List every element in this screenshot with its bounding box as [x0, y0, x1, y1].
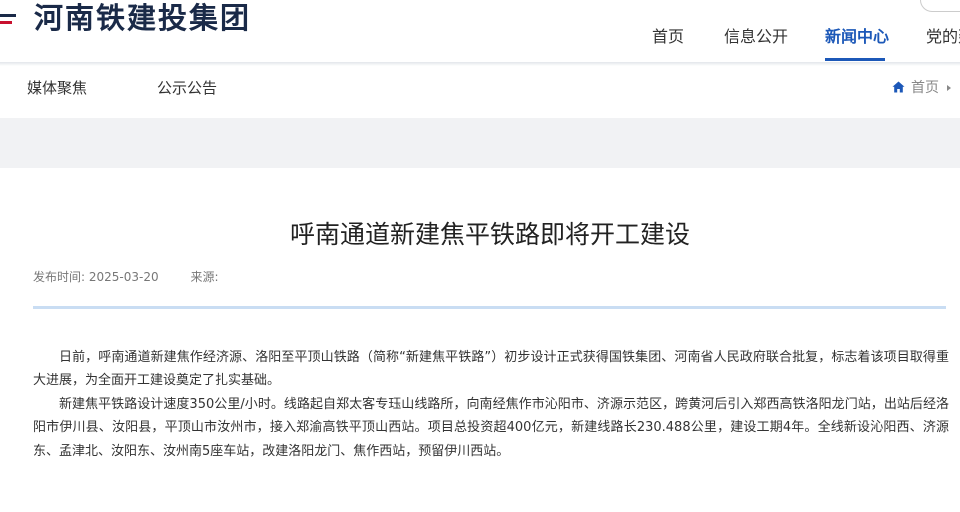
active-tab-indicator: [825, 58, 885, 61]
top-link-1[interactable]: [680, 0, 689, 3]
site-header: 河南铁建投集团 首页 信息公开 新闻中心 党的建设: [0, 0, 960, 62]
brand-logo-text[interactable]: 河南铁建投集团: [34, 0, 251, 38]
publish-label: 发布时间:: [33, 270, 86, 284]
article-paragraph: 新建焦平铁路设计速度350公里/小时。线路起自郑太客专珏山线路所，向南经焦作市沁…: [33, 396, 949, 459]
article-paragraph: 日前，呼南通道新建焦作经济源、洛阳至平顶山铁路（简称“新建焦平铁路”）初步设计正…: [33, 350, 949, 389]
article-body: 日前，呼南通道新建焦作经济源、洛阳至平顶山铁路（简称“新建焦平铁路”）初步设计正…: [33, 346, 949, 463]
article-title: 呼南通道新建焦平铁路即将开工建设: [289, 220, 690, 249]
nav-item-news-center[interactable]: 新闻中心: [825, 26, 889, 48]
search-box[interactable]: [920, 0, 960, 12]
nav-item-party-building[interactable]: 党的建设: [926, 26, 960, 48]
nav-item-info-disclosure[interactable]: 信息公开: [724, 26, 788, 48]
sub-nav: 媒体聚焦 公示公告 首页: [0, 66, 960, 118]
chevron-right-icon: [947, 85, 951, 91]
page-banner: [0, 118, 960, 168]
title-divider: [33, 306, 946, 309]
top-utility-links: [680, 0, 780, 4]
nav-item-home[interactable]: 首页: [652, 26, 684, 48]
source-label: 来源:: [190, 270, 219, 284]
publish-date: 2025-03-20: [88, 270, 159, 284]
subnav-item-announcements[interactable]: 公示公告: [157, 78, 217, 98]
logo-icon: [0, 14, 16, 24]
article-meta: 发布时间: 2025-03-20 来源:: [33, 269, 219, 285]
top-link-2[interactable]: [715, 0, 724, 3]
top-link-3[interactable]: [749, 0, 758, 3]
breadcrumb-home-link[interactable]: 首页: [911, 80, 939, 96]
subnav-item-media-focus[interactable]: 媒体聚焦: [27, 78, 87, 98]
breadcrumb: 首页: [892, 78, 951, 98]
home-icon: [892, 81, 905, 93]
